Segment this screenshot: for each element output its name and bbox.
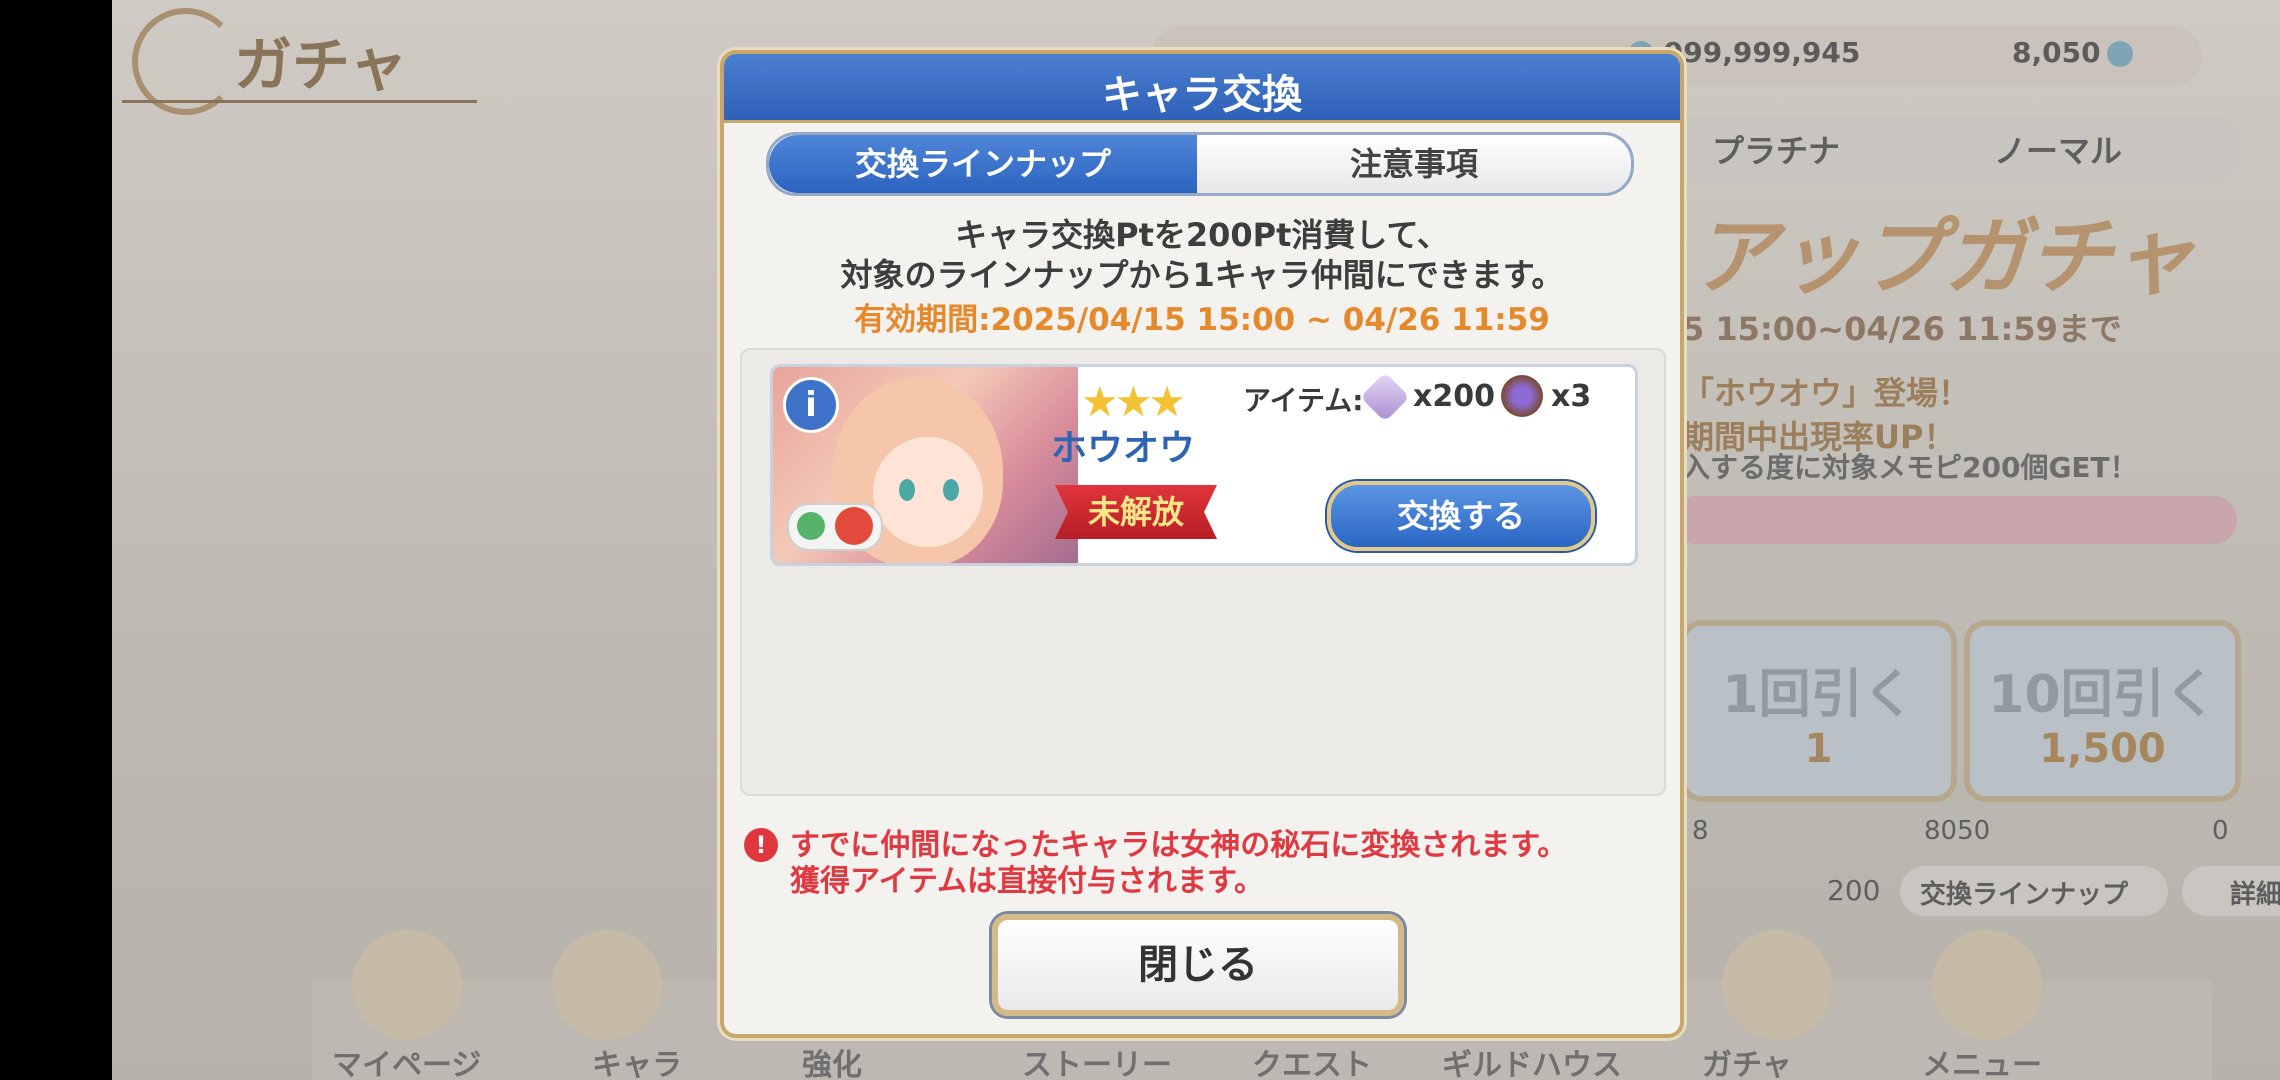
detail-button[interactable]: 詳細 xyxy=(2182,866,2280,916)
ornament-icon xyxy=(132,8,239,115)
nav-chara[interactable]: キャラ xyxy=(592,1040,682,1080)
item-quantity: x200 xyxy=(1413,379,1495,414)
description-line: 対象のラインナップから1キャラ仲間にできます。 xyxy=(840,256,1564,294)
exchange-button[interactable]: 交換する xyxy=(1327,481,1595,551)
pull-10-button[interactable]: 10回引く 1,500 xyxy=(1964,620,2241,802)
banner-period: 5 15:00~04/26 11:59まで xyxy=(1682,310,2122,348)
exchange-lineup-button[interactable]: 交換ラインナップ xyxy=(1900,866,2168,916)
dialog-header: キャラ交換 xyxy=(724,54,1680,123)
character-card: i ★★★ ホウオウ 未解放 アイテム: x200 x3 交換する xyxy=(770,364,1638,566)
status-badge: 未解放 xyxy=(1055,485,1217,539)
dialog-title: キャラ交換 xyxy=(1102,72,1302,118)
fire-icon xyxy=(835,507,873,545)
warning-text: 獲得アイテムは直接付与されます。 xyxy=(790,864,1264,899)
element-badge xyxy=(787,503,883,551)
nav-menu[interactable]: メニュー xyxy=(1922,1040,2042,1080)
item-quantity: x3 xyxy=(1551,379,1592,414)
character-name: ホウオウ xyxy=(1051,428,1196,469)
tab-normal[interactable]: ノーマル xyxy=(1994,126,2122,172)
mypage-icon[interactable] xyxy=(352,930,462,1040)
nav-mypage[interactable]: マイページ xyxy=(332,1040,481,1080)
gacha-icon[interactable] xyxy=(1722,930,1832,1040)
valid-period: 有効期間:2025/04/15 15:00 ~ 04/26 11:59 xyxy=(854,302,1550,338)
nav-story[interactable]: ストーリー xyxy=(1022,1040,1172,1080)
info-icon[interactable]: i xyxy=(783,377,839,433)
paid-gem-count: 8,050 xyxy=(2012,36,2133,69)
warning-icon: ! xyxy=(744,828,778,862)
nav-gacha[interactable]: ガチャ xyxy=(1702,1040,1792,1080)
screen-title: ガチャ xyxy=(122,8,482,115)
lineup-list[interactable]: i ★★★ ホウオウ 未解放 アイテム: x200 x3 交換する xyxy=(740,348,1666,796)
close-button[interactable]: 閉じる xyxy=(992,914,1404,1016)
tab-notes[interactable]: 注意事項 xyxy=(1197,135,1631,193)
character-portrait: i xyxy=(773,367,1078,563)
nav-enhance[interactable]: 強化 xyxy=(802,1040,862,1080)
dialog-tabs: 交換ラインナップ 注意事項 xyxy=(766,132,1634,196)
menu-icon[interactable] xyxy=(1932,930,2042,1040)
tab-exchange-lineup[interactable]: 交換ラインナップ xyxy=(769,135,1197,193)
pt-count: 200 xyxy=(1827,874,1881,907)
nav-quest[interactable]: クエスト xyxy=(1252,1040,1372,1080)
banner-desc: 入する度に対象メモピ200個GET！ xyxy=(1682,451,2138,484)
banner-desc: 「ホウオウ」登場！ xyxy=(1682,374,1971,412)
memory-piece-icon xyxy=(1360,372,1410,422)
character-exchange-dialog: キャラ交換 交換ラインナップ 注意事項 キャラ交換Ptを200Pt消費して、 対… xyxy=(720,50,1684,1038)
chara-icon[interactable] xyxy=(552,930,662,1040)
nav-guildhouse[interactable]: ギルドハウス xyxy=(1442,1040,1622,1080)
item-label: アイテム: xyxy=(1243,384,1364,417)
tab-platinum[interactable]: プラチナ xyxy=(1712,126,1840,172)
heart-icon xyxy=(797,512,825,540)
gem-icon xyxy=(2106,41,2133,67)
pull-1-button[interactable]: 1回引く 1 xyxy=(1680,620,1957,802)
info-strip xyxy=(1672,496,2237,544)
crystal-icon xyxy=(1501,375,1543,417)
